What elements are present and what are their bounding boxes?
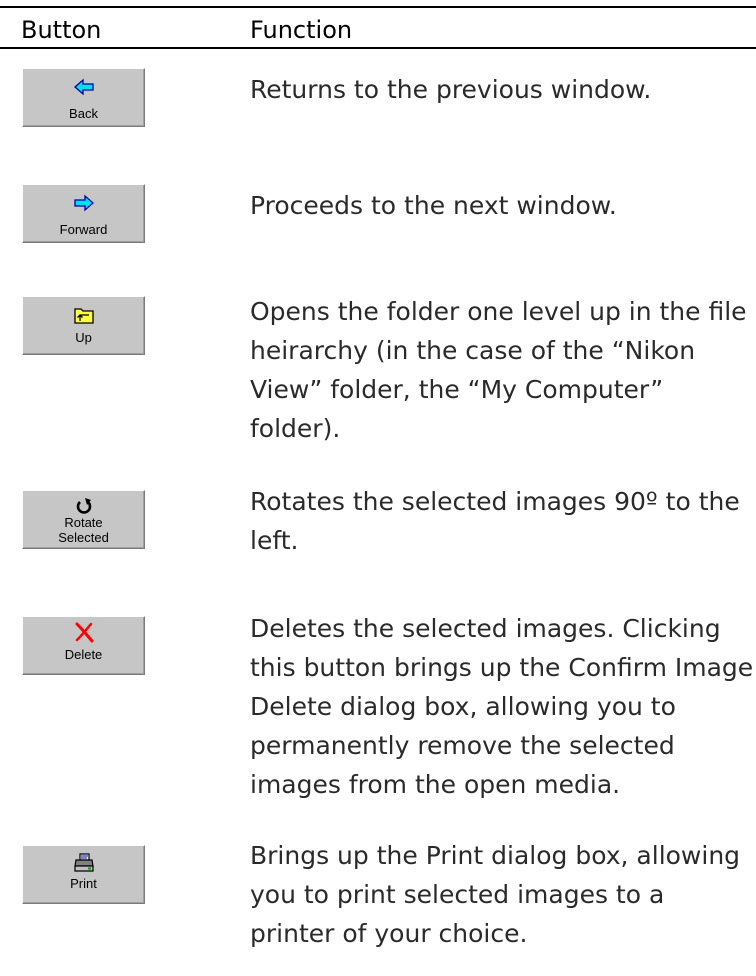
rotate-button-label-line2: Selected bbox=[58, 530, 109, 545]
description-line: Brings up the Print dialog box, allowing bbox=[250, 841, 741, 870]
back-button[interactable]: Back bbox=[22, 68, 145, 127]
up-button[interactable]: Up bbox=[22, 296, 145, 355]
back-button-label: Back bbox=[69, 106, 98, 121]
description-line: View” folder, the “My Computer” bbox=[250, 375, 664, 404]
folder-up-icon bbox=[73, 308, 94, 324]
description-line: Deletes the selected images. Clicking bbox=[250, 614, 721, 643]
rotate-button-label-line1: Rotate bbox=[64, 515, 103, 530]
rotate-icon bbox=[76, 498, 91, 514]
delete-button-label: Delete bbox=[64, 647, 103, 662]
description-line: you to print selected images to a bbox=[250, 880, 665, 909]
rotate-selected-button[interactable]: Rotate Selected bbox=[22, 490, 145, 549]
description-line: Returns to the previous window. bbox=[250, 75, 652, 104]
row-description: Brings up the Print dialog box, allowing… bbox=[250, 836, 754, 953]
description-line: Proceeds to the next window. bbox=[250, 191, 617, 220]
back-arrow-icon bbox=[73, 78, 94, 96]
printer-icon bbox=[73, 853, 94, 872]
description-line: printer of your choice. bbox=[250, 919, 528, 948]
table-top-rule bbox=[0, 6, 756, 8]
description-line: Rotates the selected images 90º to the bbox=[250, 487, 740, 516]
forward-button[interactable]: Forward bbox=[22, 184, 145, 243]
up-button-label: Up bbox=[75, 330, 92, 345]
header-button: Button bbox=[21, 16, 102, 44]
description-line: this button brings up the Confirm Image bbox=[250, 653, 754, 682]
row-description: Proceeds to the next window. bbox=[250, 186, 754, 225]
delete-x-icon bbox=[75, 622, 93, 643]
description-line: folder). bbox=[250, 414, 341, 443]
description-line: Opens the folder one level up in the fil… bbox=[250, 297, 747, 326]
header-function: Function bbox=[250, 16, 353, 44]
description-line: Delete dialog box, allowing you to bbox=[250, 692, 676, 721]
table-header: Button Function bbox=[0, 10, 756, 49]
print-button[interactable]: Print bbox=[22, 845, 145, 904]
description-line: left. bbox=[250, 526, 299, 555]
print-button-label: Print bbox=[70, 876, 97, 891]
forward-arrow-icon bbox=[73, 194, 94, 212]
row-description: Opens the folder one level up in the fil… bbox=[250, 292, 754, 448]
description-line: heirarchy (in the case of the “Nikon bbox=[250, 336, 696, 365]
row-description: Returns to the previous window. bbox=[250, 70, 754, 109]
delete-button[interactable]: Delete bbox=[22, 616, 145, 675]
row-description: Deletes the selected images. Clicking th… bbox=[250, 609, 754, 804]
row-description: Rotates the selected images 90º to the l… bbox=[250, 482, 754, 560]
description-line: permanently remove the selected bbox=[250, 731, 675, 760]
forward-button-label: Forward bbox=[59, 222, 108, 237]
description-line: images from the open media. bbox=[250, 770, 621, 799]
